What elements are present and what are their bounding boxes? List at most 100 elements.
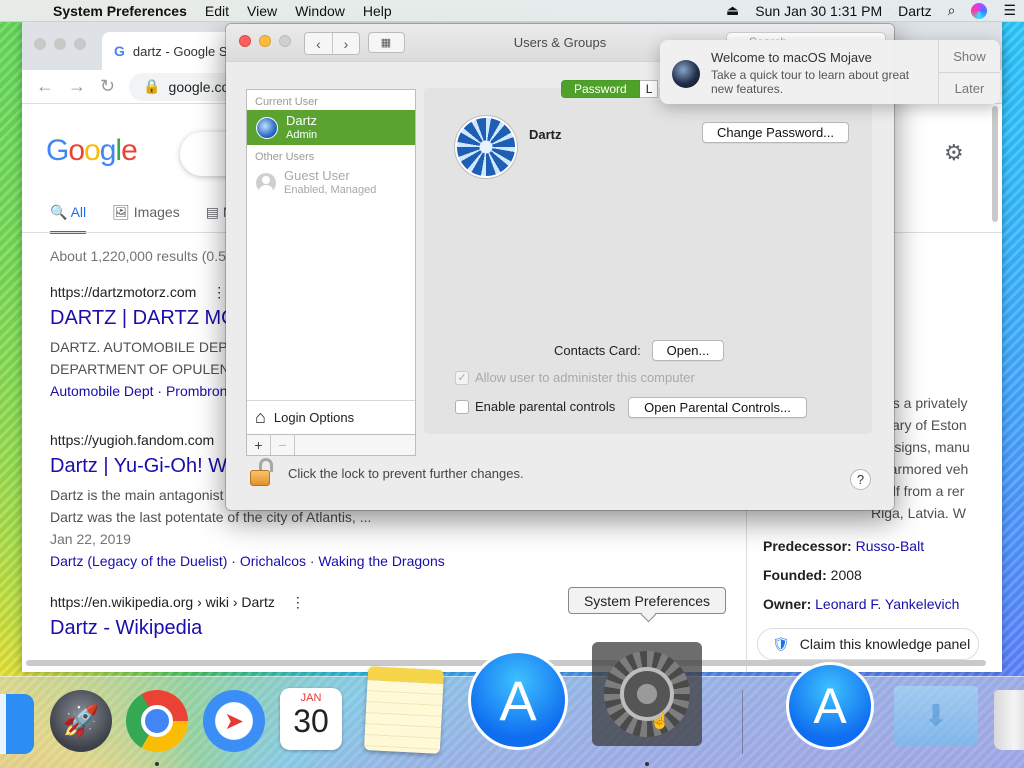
guest-user-icon [256, 172, 276, 193]
running-indicator [645, 762, 649, 766]
result-date: Jan 22, 2019 [50, 531, 131, 547]
open-parental-controls-button[interactable]: Open Parental Controls... [628, 397, 807, 418]
siri-icon[interactable] [971, 2, 988, 19]
user-full-name: Dartz [529, 127, 562, 142]
search-tabs: 🔍 All 🖼 Images ▤ N [50, 204, 233, 234]
clock[interactable]: Sun Jan 30 1:31 PM [747, 3, 890, 19]
knowledge-panel-facts: Predecessor: Russo-Balt Founded: 2008 Ow… [763, 532, 959, 619]
menu-bar: System Preferences Edit View Window Help… [0, 0, 1024, 22]
claim-knowledge-panel-button[interactable]: 🛡 Claim this knowledge panel [757, 628, 979, 660]
contacts-card-label: Contacts Card: [554, 343, 641, 358]
login-options-item[interactable]: ⌂ Login Options [247, 400, 415, 434]
macos-mojave-icon [672, 60, 700, 88]
notification-show-button[interactable]: Show [939, 40, 1000, 72]
shield-check-icon: 🛡 [772, 635, 790, 652]
zoom-icon[interactable] [74, 38, 86, 50]
more-options-icon[interactable]: ⋮ [212, 284, 226, 301]
back-arrow-icon[interactable]: ← [36, 76, 54, 97]
notification-later-button[interactable]: Later [939, 72, 1000, 104]
running-indicator [155, 762, 159, 766]
spotlight-icon[interactable]: ⌕ [940, 2, 964, 19]
open-contacts-button[interactable]: Open... [652, 340, 724, 361]
finder-icon[interactable] [0, 694, 34, 754]
add-user-button[interactable]: + [247, 435, 271, 455]
user-list: Current User Dartz Admin Other Users Gue… [246, 89, 416, 435]
forward-arrow-icon[interactable]: → [68, 76, 86, 97]
app-menu[interactable]: System Preferences [44, 3, 196, 19]
allow-admin-row: ✓ Allow user to administer this computer [455, 370, 695, 385]
tab-login-items[interactable]: L [639, 80, 658, 98]
lock-text: Click the lock to prevent further change… [288, 465, 524, 481]
parental-controls-row: Enable parental controls [455, 399, 615, 414]
dock-separator [742, 690, 743, 754]
tab-segmented-control: Password L [561, 80, 658, 98]
user-row-guest[interactable]: Guest User Enabled, Managed [247, 165, 415, 200]
notification-title: Welcome to macOS Mojave [711, 50, 872, 65]
app-store-icon[interactable]: A [468, 650, 568, 750]
menu-help[interactable]: Help [354, 3, 401, 19]
menu-edit[interactable]: Edit [196, 3, 238, 19]
user-name: Guest User [284, 167, 350, 183]
fact-founded: Founded: 2008 [763, 567, 862, 583]
unlocked-padlock-icon[interactable] [250, 458, 274, 488]
settings-gear-icon[interactable]: ⚙ [944, 140, 964, 166]
safari-compass-icon[interactable]: ➤ [203, 690, 265, 752]
fact-owner: Owner: Leonard F. Yankelevich [763, 596, 960, 612]
allow-admin-label: Allow user to administer this computer [475, 370, 695, 385]
user-list-footer: + − [246, 434, 416, 456]
user-picture[interactable] [455, 116, 517, 178]
notification-center-icon[interactable]: ☰ [995, 2, 1024, 19]
lock-row: Click the lock to prevent further change… [250, 458, 524, 488]
notification-body: Take a quick tour to learn about great n… [711, 68, 910, 96]
notes-icon[interactable] [363, 666, 445, 754]
notification-banner[interactable]: Welcome to macOS Mojave Take a quick tou… [660, 40, 1000, 104]
browser-tab-title: dartz - Google S [132, 43, 228, 59]
result-sitelinks[interactable]: Dartz (Legacy of the Duelist) · Orichalc… [50, 550, 750, 572]
change-password-button[interactable]: Change Password... [702, 122, 849, 143]
tab-all[interactable]: 🔍 All [50, 204, 87, 234]
current-user-header: Current User [255, 96, 318, 108]
calendar-icon[interactable]: JAN 30 [280, 688, 342, 750]
user-menu[interactable]: Dartz [890, 3, 939, 19]
chrome-icon[interactable] [126, 690, 188, 752]
user-role: Admin [286, 128, 318, 141]
address-text: google.co [168, 78, 230, 95]
fact-link[interactable]: Russo-Balt [856, 538, 924, 554]
menu-window[interactable]: Window [286, 3, 354, 19]
fact-predecessor: Predecessor: Russo-Balt [763, 538, 925, 554]
allow-admin-checkbox[interactable]: ✓ [455, 370, 469, 385]
downloads-folder-icon[interactable]: ⬇ [894, 686, 978, 746]
close-icon[interactable] [34, 38, 46, 50]
eject-icon[interactable]: ⏏ [718, 2, 747, 19]
other-users-header: Other Users [255, 151, 315, 163]
launchpad-rocket-icon[interactable]: 🚀 [50, 690, 112, 752]
trash-icon[interactable] [994, 690, 1024, 750]
reload-icon[interactable]: ↻ [100, 76, 115, 97]
fact-link[interactable]: Leonard F. Yankelevich [815, 596, 959, 612]
parental-controls-checkbox[interactable] [455, 399, 469, 414]
parental-controls-label: Enable parental controls [475, 399, 616, 414]
result-title[interactable]: Dartz - Wikipedia [50, 617, 750, 640]
tab-images[interactable]: 🖼 Images [112, 204, 180, 234]
avatar [256, 116, 278, 139]
app-store-icon[interactable]: A [786, 662, 874, 750]
calendar-day: 30 [293, 703, 329, 739]
vertical-scrollbar[interactable] [992, 106, 998, 222]
mouse-pointer-icon: ☝ [650, 713, 670, 730]
calendar-month: JAN [300, 692, 322, 704]
house-icon: ⌂ [255, 407, 266, 427]
google-logo[interactable]: Google [46, 134, 138, 168]
menu-view[interactable]: View [238, 3, 286, 19]
more-options-icon[interactable]: ⋮ [291, 594, 305, 611]
user-row-dartz[interactable]: Dartz Admin [247, 110, 415, 145]
dock-tooltip: System Preferences [568, 587, 726, 614]
remove-user-button[interactable]: − [271, 435, 295, 455]
lock-icon: 🔒 [143, 78, 161, 94]
result-stats: About 1,220,000 results (0.5 [50, 248, 226, 264]
tab-password[interactable]: Password [561, 80, 640, 98]
help-button[interactable]: ? [850, 469, 871, 490]
minimize-icon[interactable] [54, 38, 66, 50]
browser-window-controls [34, 38, 86, 50]
user-name: Dartz [286, 112, 318, 128]
system-preferences-gear-icon[interactable] [592, 642, 702, 746]
